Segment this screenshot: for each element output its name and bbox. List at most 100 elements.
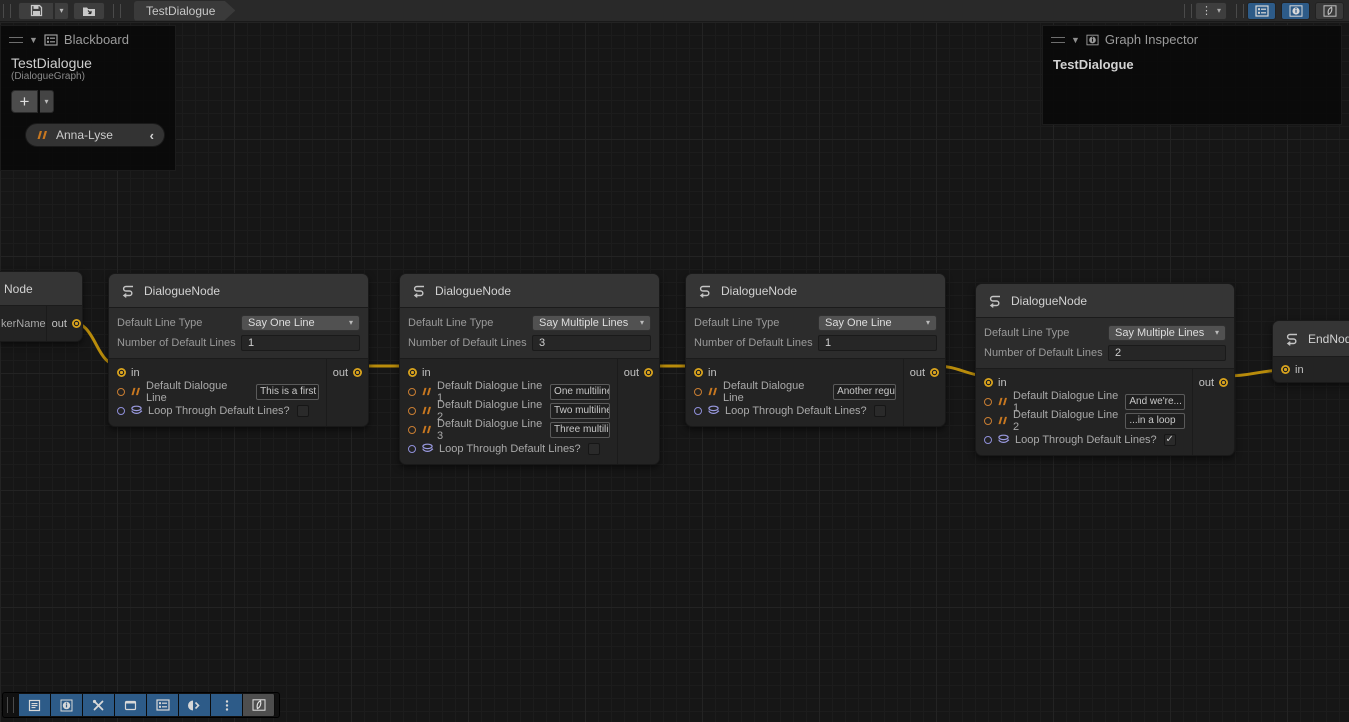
num-lines-input[interactable]: 1 (241, 335, 360, 351)
string-port[interactable] (984, 417, 992, 425)
end-node-title-bar[interactable]: EndNode (1273, 321, 1349, 357)
collapse-caret-icon[interactable]: ▼ (29, 35, 38, 45)
toggle-blackboard-button[interactable] (1247, 2, 1276, 20)
end-node-in-port-row[interactable]: in (1273, 357, 1349, 382)
string-port[interactable] (408, 426, 416, 434)
num-lines-input[interactable]: 1 (818, 335, 937, 351)
loop-checkbox[interactable] (1164, 434, 1176, 446)
drag-handle-icon[interactable] (9, 37, 23, 43)
out-port[interactable] (1219, 378, 1228, 387)
inspector-header[interactable]: ▼ Graph Inspector (1043, 26, 1341, 53)
blackboard-variable-anna-lyse[interactable]: Anna-Lyse ‹ (25, 123, 165, 147)
line-type-dropdown[interactable]: Say Multiple Lines ▾ (1108, 325, 1226, 341)
toggle-preview-button[interactable] (1315, 2, 1344, 20)
out-port[interactable] (930, 368, 939, 377)
graph-tab[interactable]: TestDialogue (134, 1, 235, 21)
save-button[interactable] (18, 2, 54, 20)
loop-port-row[interactable]: Loop Through Default Lines? (686, 401, 903, 420)
overflow-menu-button[interactable]: ⋮ ▾ (1195, 2, 1227, 20)
dialogue-line-port-row[interactable]: Default Dialogue Line Another regul (686, 382, 903, 401)
loop-port-row[interactable]: Loop Through Default Lines? (976, 430, 1192, 449)
chevron-left-icon[interactable]: ‹ (150, 128, 154, 143)
in-port[interactable] (408, 368, 417, 377)
loop-checkbox[interactable] (297, 405, 309, 417)
bool-port[interactable] (984, 436, 992, 444)
dialogue-line-port-row[interactable]: Default Dialogue Line This is a first (109, 382, 326, 401)
save-dropdown-button[interactable]: ▾ (54, 2, 69, 20)
end-node[interactable]: EndNode in (1272, 320, 1349, 383)
out-port[interactable] (353, 368, 362, 377)
out-port[interactable] (644, 368, 653, 377)
line-type-dropdown[interactable]: Say Multiple Lines ▾ (532, 315, 651, 331)
loop-checkbox[interactable] (588, 443, 600, 455)
line-type-dropdown[interactable]: Say One Line ▾ (241, 315, 360, 331)
string-port[interactable] (984, 398, 992, 406)
line-type-dropdown[interactable]: Say One Line ▾ (818, 315, 937, 331)
graph-inspector-panel[interactable]: ▼ Graph Inspector TestDialogue (1042, 25, 1342, 125)
loop-port-row[interactable]: Loop Through Default Lines? (109, 401, 326, 420)
blackboard-button[interactable] (147, 694, 179, 716)
toggle-inspector-button[interactable] (1281, 2, 1310, 20)
start-node[interactable]: Node kerName out (0, 271, 83, 342)
console-button[interactable] (19, 694, 51, 716)
folder-open-icon (82, 5, 96, 17)
node-title-bar[interactable]: DialogueNode (976, 284, 1234, 318)
dialogue-node-3[interactable]: DialogueNode Default Line Type Say One L… (685, 273, 946, 427)
bool-port[interactable] (408, 445, 416, 453)
window-button[interactable] (115, 694, 147, 716)
add-variable-button[interactable]: + (11, 90, 38, 113)
string-port[interactable] (694, 388, 702, 396)
in-port[interactable] (117, 368, 126, 377)
node-title-bar[interactable]: DialogueNode (686, 274, 945, 308)
out-port-row[interactable]: out (618, 363, 653, 382)
start-node-title-bar[interactable]: Node (0, 272, 82, 306)
bool-port[interactable] (117, 407, 125, 415)
blackboard-header[interactable]: ▼ Blackboard (1, 26, 175, 53)
spark-button[interactable] (243, 694, 275, 716)
tools-button[interactable] (83, 694, 115, 716)
info-button[interactable] (51, 694, 83, 716)
dialogue-line-port-row[interactable]: Default Dialogue Line 2 ...in a loop (976, 411, 1192, 430)
dialogue-line-input[interactable]: One multiline (550, 384, 610, 400)
out-port-row[interactable]: out (1193, 373, 1228, 392)
node-title-bar[interactable]: DialogueNode (400, 274, 659, 308)
dialogue-node-4[interactable]: DialogueNode Default Line Type Say Multi… (975, 283, 1235, 456)
dialogue-line-input[interactable]: ...in a loop (1125, 413, 1185, 429)
dialogue-node-2[interactable]: DialogueNode Default Line Type Say Multi… (399, 273, 660, 465)
drag-handle-icon[interactable] (1051, 37, 1065, 43)
loop-checkbox[interactable] (874, 405, 886, 417)
num-lines-input[interactable]: 3 (532, 335, 651, 351)
dialogue-line-input[interactable]: This is a first (256, 384, 319, 400)
add-variable-dropdown[interactable]: ▾ (40, 90, 54, 113)
more-button[interactable] (211, 694, 243, 716)
line-type-value: Say One Line (825, 317, 892, 329)
dialogue-line-input[interactable]: Another regul (833, 384, 896, 400)
in-port[interactable] (984, 378, 993, 387)
dialogue-line-input[interactable]: Three multilin (550, 422, 610, 438)
toolbar-drag-handle[interactable] (3, 4, 11, 18)
string-port[interactable] (408, 388, 416, 396)
bool-port[interactable] (694, 407, 702, 415)
in-port[interactable] (694, 368, 703, 377)
num-lines-input[interactable]: 2 (1108, 345, 1226, 361)
toolbar-drag-handle[interactable] (7, 697, 14, 713)
loop-port-row[interactable]: Loop Through Default Lines? (400, 439, 617, 458)
dialogue-node-1[interactable]: DialogueNode Default Line Type Say One L… (108, 273, 369, 427)
dialogue-preview-button[interactable] (179, 694, 211, 716)
collapse-caret-icon[interactable]: ▼ (1071, 35, 1080, 45)
start-node-out-port-row[interactable]: out (46, 306, 83, 341)
node-title-bar[interactable]: DialogueNode (109, 274, 368, 308)
dialogue-line-port-row[interactable]: Default Dialogue Line 3 Three multilin (400, 420, 617, 439)
string-port[interactable] (117, 388, 125, 396)
open-asset-button[interactable] (73, 2, 105, 20)
in-port[interactable] (1281, 365, 1290, 374)
out-port[interactable] (72, 319, 81, 328)
blackboard-panel[interactable]: ▼ Blackboard TestDialogue (DialogueGraph… (0, 25, 176, 171)
caret-down-icon: ▾ (1215, 328, 1219, 337)
string-port[interactable] (408, 407, 416, 415)
dialogue-line-input[interactable]: Two multiline (550, 403, 610, 419)
toolbar-drag-handle-right[interactable] (1184, 4, 1192, 18)
out-port-row[interactable]: out (327, 363, 362, 382)
out-port-row[interactable]: out (904, 363, 939, 382)
dialogue-line-input[interactable]: And we're... (1125, 394, 1185, 410)
